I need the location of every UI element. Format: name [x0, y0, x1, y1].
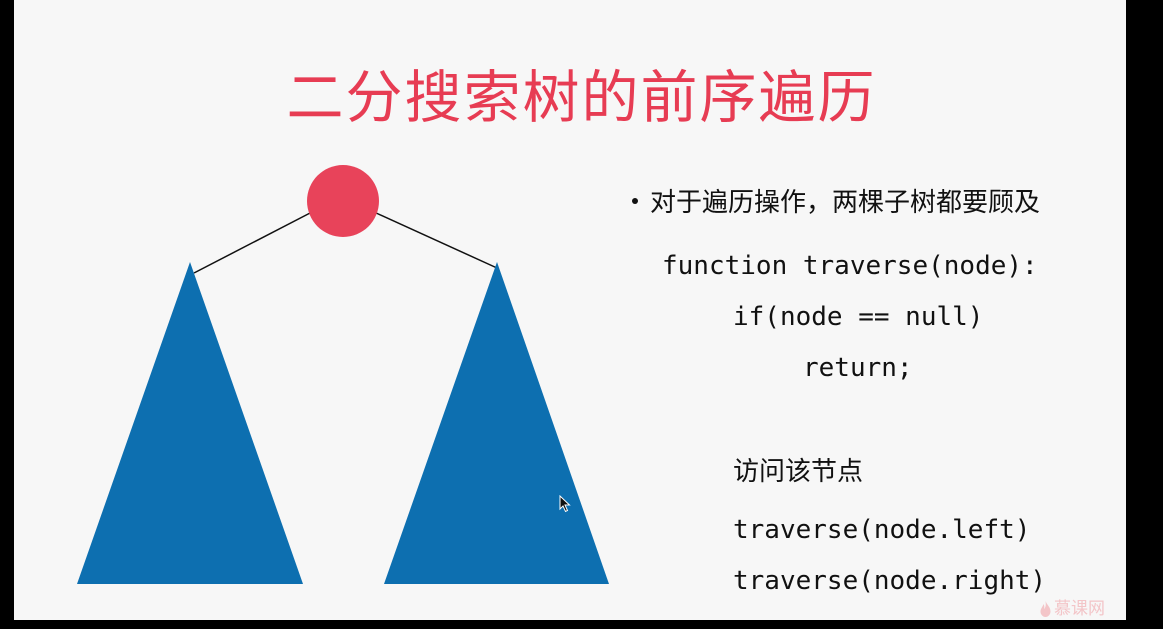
code-line-traverse-left: traverse(node.left) [733, 515, 1031, 545]
right-edge [373, 211, 498, 269]
code-line-traverse-right: traverse(node.right) [733, 566, 1047, 596]
flame-logo-icon [1040, 601, 1051, 617]
mouse-cursor-icon [559, 495, 571, 513]
bullet-text: 对于遍历操作，两棵子树都要顾及 [650, 188, 1041, 218]
left-subtree [77, 262, 303, 584]
watermark: 慕课网 [1040, 594, 1105, 619]
bullet-point: 对于遍历操作，两棵子树都要顾及 [632, 181, 1040, 225]
video-frame: 二分搜索树的前序遍历 对于遍历操作，两棵子树都要顾及 function trav… [0, 0, 1163, 629]
code-line-function: function traverse(node): [662, 251, 1038, 281]
left-edge [193, 211, 313, 274]
root-node [307, 165, 379, 237]
code-comment-visit: 访问该节点 [733, 457, 864, 487]
code-line-return: return; [803, 353, 913, 383]
right-subtree [384, 262, 609, 584]
bullet-dot-icon [632, 197, 638, 204]
watermark-text: 慕课网 [1054, 599, 1105, 619]
code-line-if: if(node == null) [733, 302, 984, 332]
